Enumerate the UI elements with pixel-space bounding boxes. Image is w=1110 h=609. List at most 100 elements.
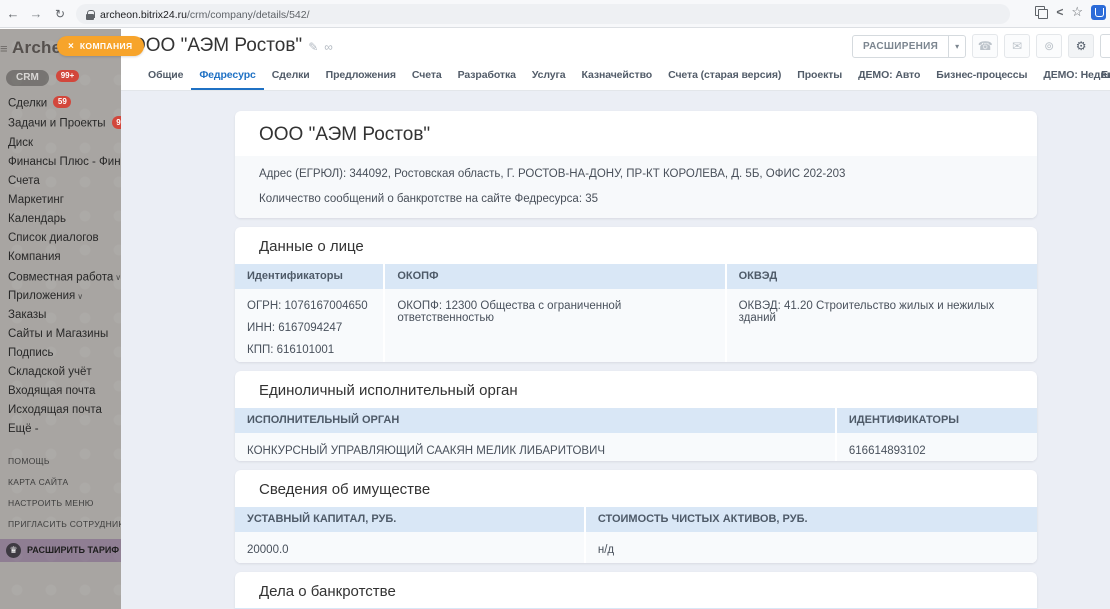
sidebar-item-label: Складской учёт bbox=[8, 366, 92, 378]
sidebar-item-crm[interactable]: CRM bbox=[6, 70, 49, 86]
sidebar-item-finance-plus[interactable]: Финансы Плюс - Фина... bbox=[0, 152, 121, 171]
tab-invoices[interactable]: Счета bbox=[404, 62, 450, 90]
sidebar-footer: ПОМОЩЬ КАРТА САЙТА НАСТРОИТЬ МЕНЮ ПРИГЛА… bbox=[0, 451, 121, 535]
browser-toolbar: ← → ↻ archeon.bitrix24.ru/crm/company/de… bbox=[0, 0, 1110, 28]
sidebar-item-label: Заказы bbox=[8, 309, 46, 321]
company-summary-card: ООО "АЭМ Ростов" Адрес (ЕГРЮЛ): 344092, … bbox=[235, 111, 1037, 218]
sidebar-item-label: Входящая почта bbox=[8, 385, 95, 397]
email-button[interactable]: ✉ bbox=[1004, 34, 1030, 58]
tab-treasury[interactable]: Казначейство bbox=[574, 62, 661, 90]
edit-title-icon[interactable]: ✎ bbox=[308, 40, 318, 54]
tab-fedresurs[interactable]: Федресурс bbox=[191, 62, 263, 90]
slider-header: ООО "АЭМ Ростов" ✎ ∞ РАСШИРЕНИЯ ▾ ☎ ✉ ⊚ ⚙ … bbox=[121, 29, 1110, 62]
col-net-assets: СТОИМОСТЬ ЧИСТЫХ АКТИВОВ, РУБ. bbox=[586, 507, 1037, 532]
tab-deals[interactable]: Сделки bbox=[264, 62, 318, 90]
sidebar-item-dialogs[interactable]: Список диалогов bbox=[0, 228, 121, 247]
sidebar-item-deals[interactable]: Сделки 59 bbox=[0, 92, 121, 113]
hamburger-menu-icon[interactable]: ≡ bbox=[0, 41, 8, 56]
header-toolbar: РАСШИРЕНИЯ ▾ ☎ ✉ ⊚ ⚙ ДОКУМЕНТ bbox=[852, 34, 1110, 58]
share-icon[interactable]: < bbox=[1056, 5, 1063, 19]
executive-card-title: Единоличный исполнительный орган bbox=[235, 371, 1037, 408]
sidebar-item-company[interactable]: Компания bbox=[0, 247, 121, 266]
tab-quotes[interactable]: Предложения bbox=[318, 62, 404, 90]
crm-row: CRM 99+ bbox=[6, 67, 121, 86]
page-title: ООО "АЭМ Ростов" bbox=[131, 35, 302, 56]
browser-forward-button[interactable]: → bbox=[26, 4, 46, 24]
sidebar-item-label: Задачи и Проекты bbox=[8, 118, 106, 130]
extension-icon[interactable] bbox=[1091, 5, 1106, 20]
executive-table-header: ИСПОЛНИТЕЛЬНЫЙ ОРГАН ИДЕНТИФИКАТОРЫ bbox=[235, 408, 1037, 433]
footer-link-help[interactable]: ПОМОЩЬ bbox=[0, 451, 121, 472]
sidebar-item-collaboration[interactable]: Совместная работа∨ 1 bbox=[0, 266, 121, 287]
sidebar-item-applications[interactable]: Приложения∨ bbox=[0, 287, 121, 306]
sidebar-item-calendar[interactable]: Календарь bbox=[0, 209, 121, 228]
company-card-title: ООО "АЭМ Ростов" bbox=[235, 111, 1037, 156]
copy-link-icon[interactable]: ∞ bbox=[324, 40, 333, 54]
tab-general[interactable]: Общие bbox=[140, 62, 191, 90]
col-executive-id: ИДЕНТИФИКАТОРЫ bbox=[837, 408, 1037, 433]
tab-development[interactable]: Разработка bbox=[450, 62, 524, 90]
sidebar-item-inbox-mail[interactable]: Входящая почта bbox=[0, 382, 121, 401]
footer-link-sitemap[interactable]: КАРТА САЙТА bbox=[0, 472, 121, 493]
tab-service[interactable]: Услуга bbox=[524, 62, 574, 90]
property-table-header: УСТАВНЫЙ КАПИТАЛ, РУБ. СТОИМОСТЬ ЧИСТЫХ … bbox=[235, 507, 1037, 532]
col-capital: УСТАВНЫЙ КАПИТАЛ, РУБ. bbox=[235, 507, 584, 532]
tab-projects[interactable]: Проекты bbox=[789, 62, 850, 90]
call-button[interactable]: ☎ bbox=[972, 34, 998, 58]
sidebar-item-label: Ещё - bbox=[8, 423, 39, 435]
browser-reload-button[interactable]: ↻ bbox=[50, 4, 70, 24]
tab-more[interactable]: Ещё bbox=[1093, 62, 1110, 88]
tab-invoices-old[interactable]: Счета (старая версия) bbox=[660, 62, 789, 90]
chat-button[interactable]: ⊚ bbox=[1036, 34, 1062, 58]
tab-bar: Общие Федресурс Сделки Предложения Счета… bbox=[121, 62, 1110, 91]
footer-link-invite-employees[interactable]: ПРИГЛАСИТЬ СОТРУДНИКОВ bbox=[0, 514, 121, 535]
sidebar-item-label: Календарь bbox=[8, 213, 66, 225]
sidebar-item-label: Приложения bbox=[8, 290, 75, 302]
address-bar[interactable]: archeon.bitrix24.ru/crm/company/details/… bbox=[76, 4, 1010, 24]
upgrade-plan-label: РАСШИРИТЬ ТАРИФ bbox=[27, 545, 119, 555]
okved-cell: ОКВЭД: 41.20 Строительство жилых и нежил… bbox=[727, 289, 1037, 362]
identifiers-cell: ОГРН: 1076167004650 ИНН: 6167094247 КПП:… bbox=[235, 289, 383, 362]
property-table-row: 20000.0 н/д bbox=[235, 532, 1037, 563]
person-card-title: Данные о лице bbox=[235, 227, 1037, 264]
document-button[interactable]: ДОКУМЕНТ bbox=[1100, 34, 1110, 58]
footer-link-configure-menu[interactable]: НАСТРОИТЬ МЕНЮ bbox=[0, 493, 121, 514]
company-address: Адрес (ЕГРЮЛ): 344092, Ростовская област… bbox=[259, 168, 1013, 180]
sidebar-item-label: Сайты и Магазины bbox=[8, 328, 108, 340]
counter-badge: 59 bbox=[53, 96, 71, 109]
extensions-dropdown-icon[interactable]: ▾ bbox=[948, 36, 965, 57]
slider-close-badge[interactable]: × КОМПАНИЯ bbox=[57, 36, 144, 56]
sidebar-item-marketing[interactable]: Маркетинг bbox=[0, 190, 121, 209]
sidebar-item-sites[interactable]: Сайты и Магазины bbox=[0, 325, 121, 344]
sidebar-item-inventory[interactable]: Складской учёт bbox=[0, 363, 121, 382]
mail-icon: ✉ bbox=[1012, 39, 1022, 53]
sidebar-item-tasks[interactable]: Задачи и Проекты 99+ bbox=[0, 113, 121, 134]
browser-back-button[interactable]: ← bbox=[3, 4, 23, 24]
extensions-button[interactable]: РАСШИРЕНИЯ ▾ bbox=[852, 35, 966, 58]
sidebar-item-invoices[interactable]: Счета bbox=[0, 171, 121, 190]
bankruptcy-card-title: Дела о банкротстве bbox=[235, 572, 1037, 608]
phone-icon: ☎ bbox=[978, 39, 993, 53]
close-icon: × bbox=[68, 41, 74, 52]
sidebar-item-orders[interactable]: Заказы bbox=[0, 306, 121, 325]
chat-icon: ⊚ bbox=[1044, 39, 1054, 53]
sidebar-item-more[interactable]: Ещё - bbox=[0, 420, 121, 439]
person-table-header: Идентификаторы ОКОПФ ОКВЭД bbox=[235, 264, 1037, 289]
executive-card: Единоличный исполнительный орган ИСПОЛНИ… bbox=[235, 371, 1037, 461]
sidebar-item-disk[interactable]: Диск bbox=[0, 133, 121, 152]
sidebar-item-label: Исходящая почта bbox=[8, 404, 102, 416]
sidebar-item-sign[interactable]: Подпись bbox=[0, 344, 121, 363]
tab-business-processes[interactable]: Бизнес-процессы bbox=[928, 62, 1035, 90]
tab-demo-auto[interactable]: ДЕМО: Авто bbox=[850, 62, 928, 90]
executive-id-cell: 616614893102 bbox=[837, 433, 1037, 461]
bookmark-star-icon[interactable]: ☆ bbox=[1071, 4, 1083, 20]
upgrade-plan-button[interactable]: ♛ РАСШИРИТЬ ТАРИФ bbox=[0, 539, 121, 562]
settings-button[interactable]: ⚙ bbox=[1068, 34, 1094, 58]
sidebar-item-outbox-mail[interactable]: Исходящая почта bbox=[0, 401, 121, 420]
sidebar-item-label: Совместная работа bbox=[8, 271, 113, 283]
company-details-slider: ООО "АЭМ Ростов" ✎ ∞ РАСШИРЕНИЯ ▾ ☎ ✉ ⊚ ⚙ … bbox=[121, 29, 1110, 609]
sidebar-item-label: Компания bbox=[8, 251, 61, 263]
col-okopf: ОКОПФ bbox=[385, 264, 724, 289]
crm-counter-badge: 99+ bbox=[56, 70, 79, 83]
translate-icon[interactable] bbox=[1035, 6, 1048, 19]
